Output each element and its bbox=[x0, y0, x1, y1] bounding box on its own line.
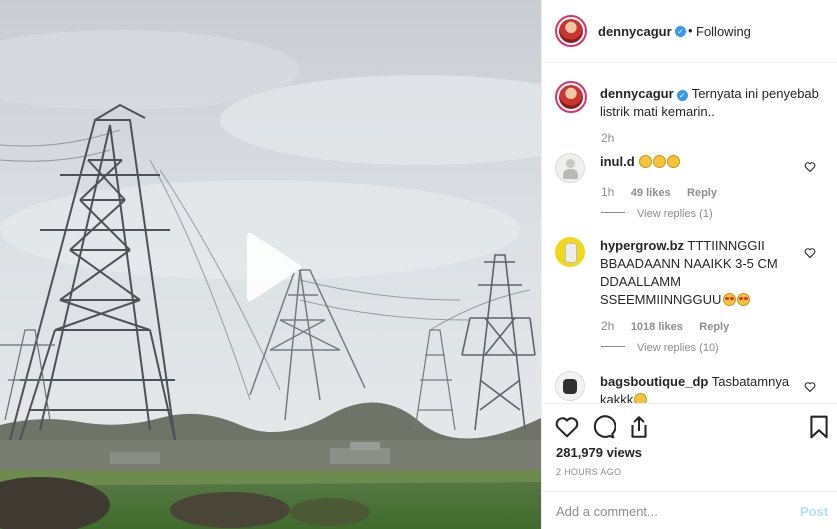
like-button[interactable] bbox=[554, 414, 580, 440]
commenter-avatar[interactable] bbox=[555, 153, 585, 183]
view-replies-label: View replies (10) bbox=[637, 342, 719, 354]
caption-text-block: dennycagur ✓ Ternyata ini penyebab listrik… bbox=[600, 85, 820, 121]
author-avatar[interactable] bbox=[555, 15, 587, 47]
comment-username[interactable]: hypergrow.bz bbox=[600, 238, 684, 253]
comment-likes[interactable]: 49 likes bbox=[631, 187, 671, 199]
avatar-image bbox=[565, 243, 577, 263]
save-button[interactable] bbox=[806, 414, 832, 440]
share-button[interactable] bbox=[626, 414, 652, 440]
avatar-image-body bbox=[563, 169, 578, 179]
comment-like-button[interactable] bbox=[804, 247, 816, 259]
comment-composer: Post bbox=[542, 491, 837, 529]
rofl-emoji-icon bbox=[653, 155, 667, 168]
heart-eyes-emoji-icon bbox=[723, 293, 737, 306]
view-replies-button[interactable]: View replies (1) bbox=[601, 204, 713, 222]
post-comment-button[interactable]: Post bbox=[800, 504, 828, 519]
view-count[interactable]: 281,979 views bbox=[556, 445, 642, 460]
verified-badge-icon: ✓ bbox=[675, 26, 686, 37]
comment-body: hypergrow.bz TTTIINNGGII BBAADAANN NAAIK… bbox=[600, 237, 800, 309]
comment-body: bagsboutique_dp Tasbatamnya kakkk bbox=[600, 373, 800, 403]
comment-timestamp[interactable]: 2h bbox=[601, 319, 614, 333]
reply-button[interactable]: Reply bbox=[687, 187, 717, 199]
post-side-panel: dennycagur ✓ • Following dennycagur ✓ Tern… bbox=[541, 0, 837, 529]
heart-icon bbox=[804, 382, 816, 393]
rofl-emoji-icon bbox=[639, 155, 653, 168]
view-replies-button[interactable]: View replies (10) bbox=[601, 338, 719, 356]
comment-button[interactable] bbox=[590, 414, 616, 440]
comment-timestamp[interactable]: 1h bbox=[601, 185, 614, 199]
replies-line bbox=[601, 212, 625, 214]
comment-like-button[interactable] bbox=[804, 161, 816, 173]
caption-timestamp[interactable]: 2h bbox=[601, 131, 614, 145]
heart-icon bbox=[804, 162, 816, 173]
reply-button[interactable]: Reply bbox=[699, 321, 729, 333]
avatar-image bbox=[559, 85, 583, 109]
heart-eyes-emoji-icon bbox=[737, 293, 751, 306]
commenter-avatar[interactable] bbox=[555, 237, 585, 267]
bookmark-icon bbox=[810, 415, 828, 439]
post-timestamp[interactable]: 2 HOURS AGO bbox=[556, 467, 621, 477]
comment-like-button[interactable] bbox=[804, 381, 816, 393]
comments-list[interactable]: dennycagur ✓ Ternyata ini penyebab listrik… bbox=[542, 63, 837, 403]
comment-meta: 2h 1018 likes Reply bbox=[601, 317, 729, 335]
comment-icon bbox=[593, 415, 616, 439]
play-icon bbox=[247, 233, 301, 301]
share-icon bbox=[631, 416, 647, 438]
comment-username[interactable]: inul.d bbox=[600, 154, 635, 169]
heart-icon bbox=[804, 248, 816, 259]
following-button[interactable]: Following bbox=[696, 24, 751, 39]
comment-username[interactable]: bagsboutique_dp bbox=[600, 374, 708, 389]
verified-badge-icon: ✓ bbox=[676, 90, 688, 101]
post-actions: 281,979 views 2 HOURS AGO bbox=[542, 403, 837, 491]
comments-scrollbar[interactable] bbox=[833, 63, 837, 403]
comment-likes[interactable]: 1018 likes bbox=[631, 321, 683, 333]
rofl-emoji-icon bbox=[634, 393, 648, 403]
avatar-image bbox=[559, 19, 583, 43]
caption-avatar[interactable] bbox=[555, 81, 587, 113]
rofl-emoji-icon bbox=[667, 155, 681, 168]
view-replies-label: View replies (1) bbox=[637, 208, 713, 220]
comment-body: inul.d bbox=[600, 153, 800, 171]
caption-username[interactable]: dennycagur bbox=[600, 86, 674, 101]
heart-icon bbox=[555, 417, 579, 438]
post-media-video[interactable] bbox=[0, 0, 541, 529]
avatar-image bbox=[566, 159, 575, 168]
add-comment-input[interactable] bbox=[556, 501, 776, 521]
avatar-image bbox=[563, 379, 577, 394]
separator-dot: • bbox=[688, 23, 693, 38]
commenter-avatar[interactable] bbox=[555, 371, 585, 401]
author-username[interactable]: dennycagur bbox=[598, 24, 672, 39]
post-header: dennycagur ✓ • Following bbox=[542, 0, 837, 63]
comment-meta: 1h 49 likes Reply bbox=[601, 183, 717, 201]
replies-line bbox=[601, 346, 625, 348]
play-button[interactable] bbox=[236, 232, 306, 302]
